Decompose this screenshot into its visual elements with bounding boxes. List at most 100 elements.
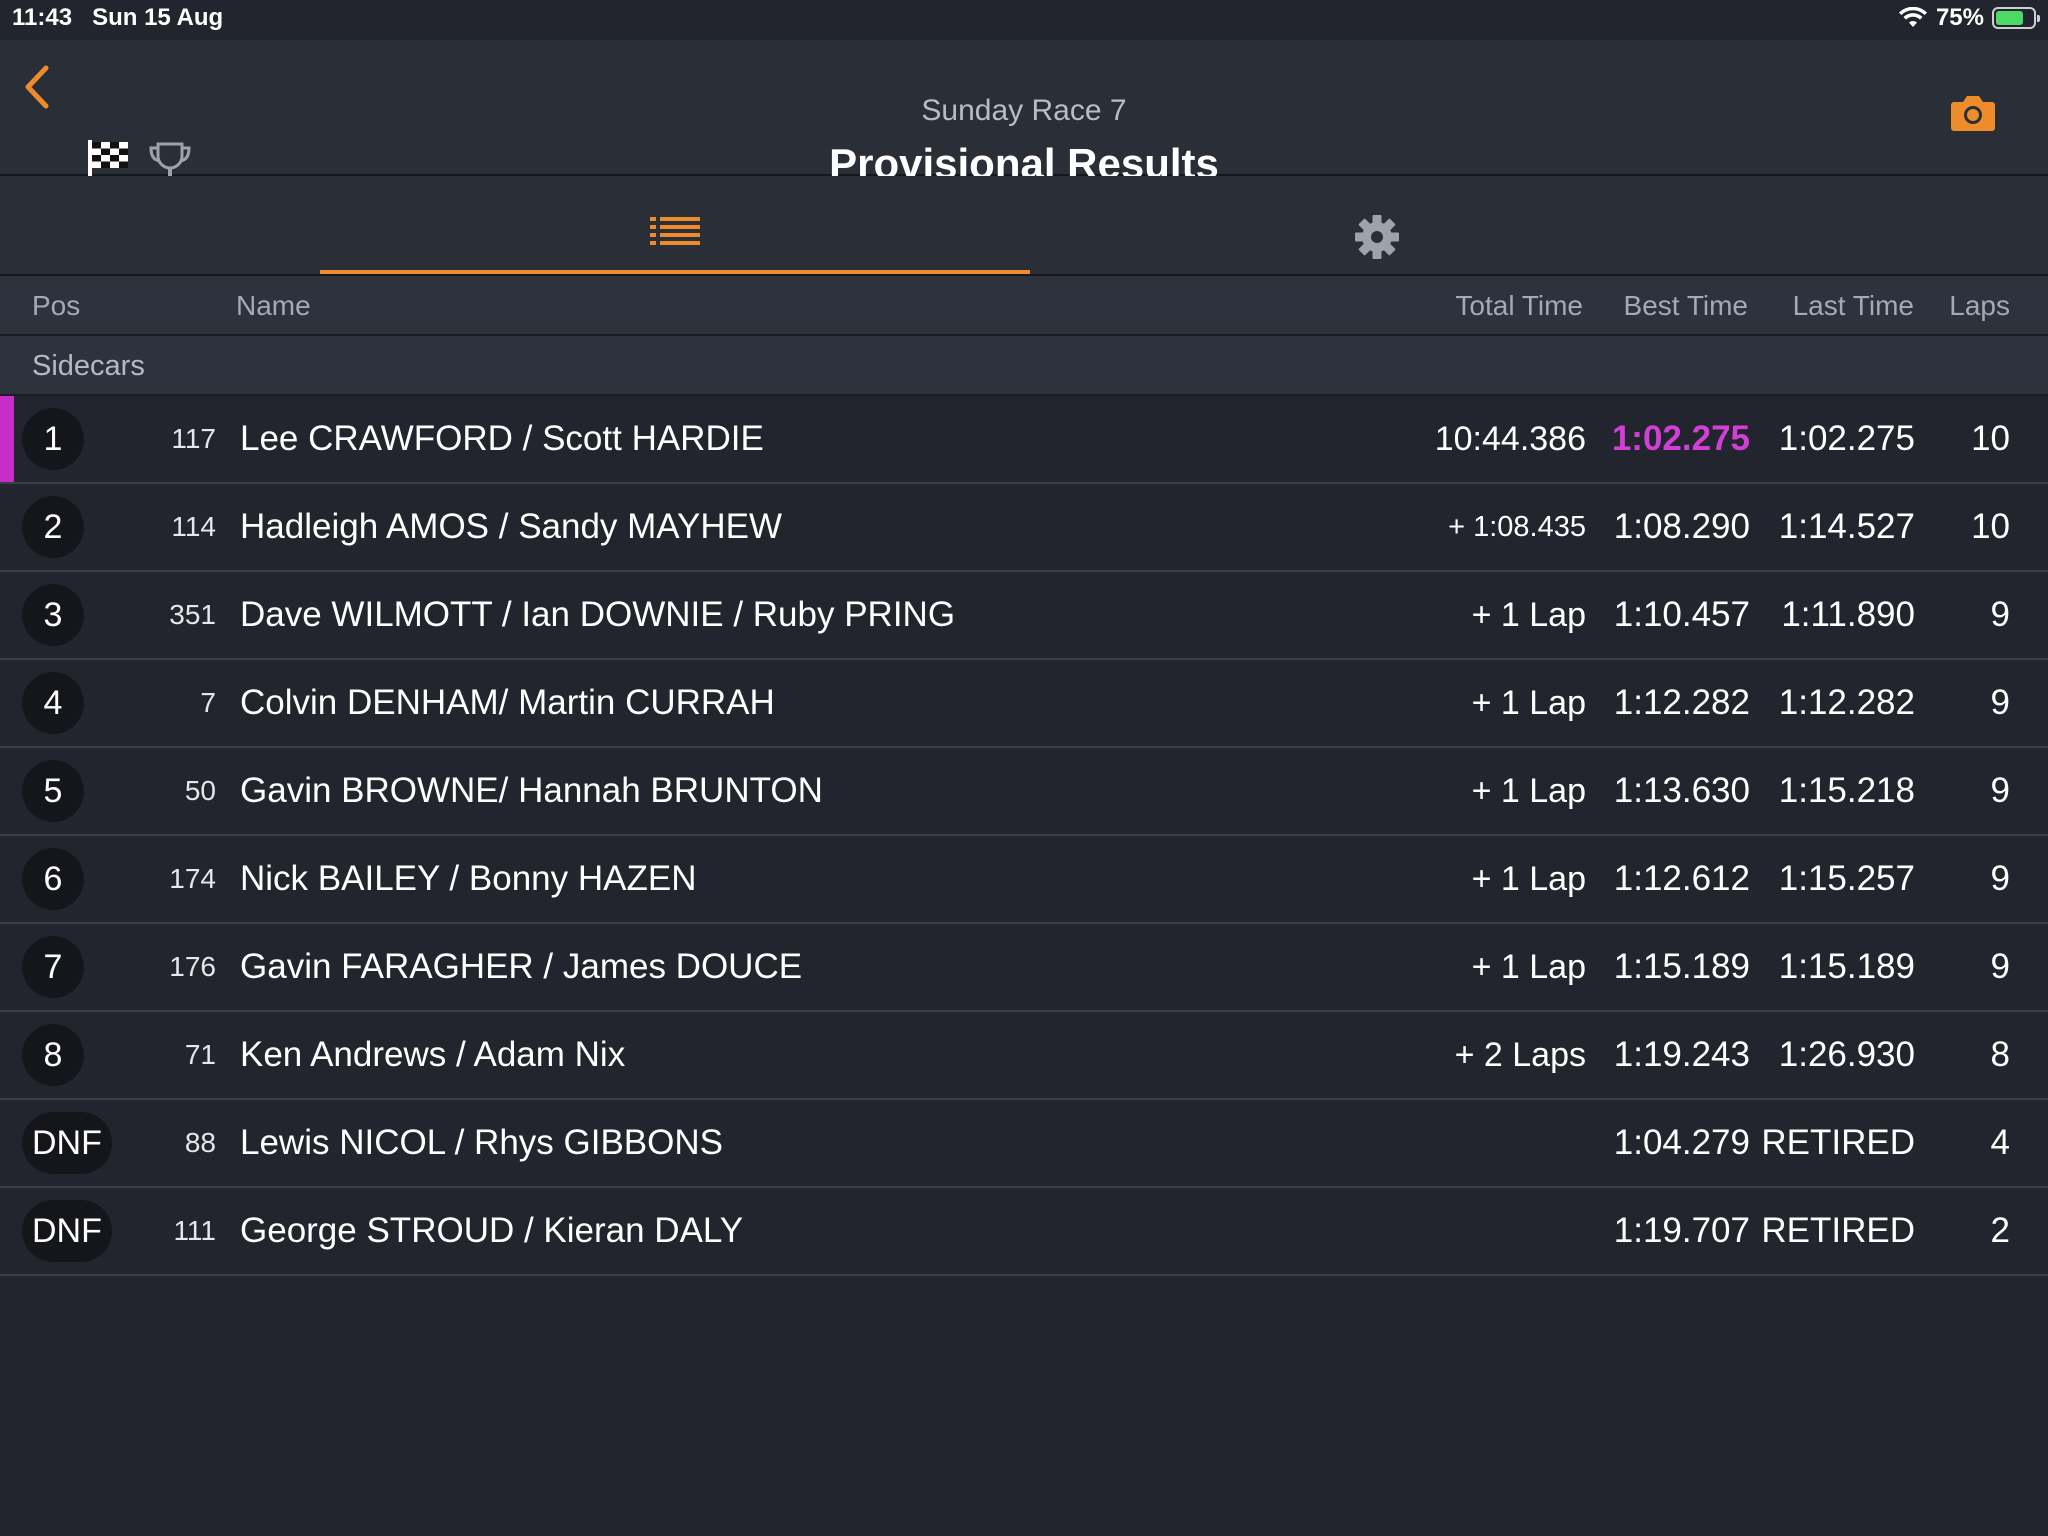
rider-name: George STROUD / Kieran DALY [240,1211,744,1250]
best-time: 1:19.707 [1613,1211,1750,1250]
column-headers: Pos Name Total Time Best Time Last Time … [0,276,2048,336]
position-badge: 5 [22,760,84,822]
total-time: + 1 Lap [1471,596,1586,634]
result-row[interactable]: DNF 111 George STROUD / Kieran DALY 1:19… [0,1188,2048,1276]
column-last-time[interactable]: Last Time [1793,290,1914,322]
status-date: Sun 15 Aug [92,4,224,31]
best-time: 1:04.279 [1613,1123,1750,1162]
results-list: 1 117 Lee CRAWFORD / Scott HARDIE 10:44.… [0,396,2048,1276]
wifi-icon [1898,7,1927,27]
leader-marker [0,396,14,482]
position-badge: 7 [22,936,84,998]
position-badge: 8 [22,1024,84,1086]
position-badge: DNF [22,1200,112,1262]
last-time: RETIRED [1761,1123,1915,1162]
laps: 9 [1990,771,2010,810]
rider-name: Colvin DENHAM/ Martin CURRAH [240,683,775,722]
total-time: 10:44.386 [1434,420,1586,458]
row-marker [0,1100,14,1186]
laps: 9 [1990,683,2010,722]
result-row[interactable]: 4 7 Colvin DENHAM/ Martin CURRAH + 1 Lap… [0,660,2048,748]
rider-name: Hadleigh AMOS / Sandy MAYHEW [240,507,783,546]
result-row[interactable]: 6 174 Nick BAILEY / Bonny HAZEN + 1 Lap … [0,836,2048,924]
best-time: 1:10.457 [1613,595,1750,634]
position-badge: DNF [22,1112,112,1174]
rider-number: 351 [169,599,216,630]
best-time: 1:19.243 [1613,1035,1750,1074]
camera-button[interactable] [1950,94,1996,137]
laps: 2 [1990,1211,2010,1250]
last-time: 1:11.890 [1781,595,1915,634]
rider-number: 174 [169,863,216,894]
active-tab-indicator [320,270,1030,274]
position-badge: 6 [22,848,84,910]
position-badge: 3 [22,584,84,646]
tab-results-list[interactable] [320,176,1030,274]
battery-percent: 75% [1935,4,1984,31]
battery-icon [1992,7,2040,29]
result-row[interactable]: 5 50 Gavin BROWNE/ Hannah BRUNTON + 1 La… [0,748,2048,836]
last-time: 1:12.282 [1778,683,1915,722]
total-time: + 1 Lap [1471,860,1586,898]
last-time: 1:26.930 [1778,1035,1915,1074]
rider-number: 71 [184,1039,216,1070]
result-row[interactable]: 3 351 Dave WILMOTT / Ian DOWNIE / Ruby P… [0,572,2048,660]
rider-number: 114 [171,511,216,542]
best-time: 1:12.612 [1613,859,1750,898]
laps: 9 [1990,595,2010,634]
column-name[interactable]: Name [236,290,311,322]
rider-name: Gavin FARAGHER / James DOUCE [240,947,803,986]
total-time: + 1:08.435 [1448,511,1586,543]
status-right: 75% [1898,4,2040,32]
rider-number: 88 [184,1127,216,1158]
tab-settings[interactable] [1030,176,1724,274]
rider-name: Nick BAILEY / Bonny HAZEN [240,859,697,898]
class-name: Sidecars [32,350,145,382]
last-time: 1:15.189 [1778,947,1915,986]
column-total-time[interactable]: Total Time [1455,290,1583,322]
status-bar: 11:43 Sun 15 Aug 75% [0,0,2048,40]
result-row[interactable]: 7 176 Gavin FARAGHER / James DOUCE + 1 L… [0,924,2048,1012]
rider-number: 50 [184,775,216,806]
last-time: 1:02.275 [1778,419,1915,458]
last-time: 1:15.257 [1778,859,1915,898]
laps: 8 [1990,1035,2010,1074]
laps: 10 [1971,419,2010,458]
rider-name: Lee CRAWFORD / Scott HARDIE [240,419,764,458]
rider-number: 111 [173,1215,216,1246]
rider-number: 117 [171,423,216,454]
rider-name: Dave WILMOTT / Ian DOWNIE / Ruby PRING [240,595,956,634]
position-badge: 2 [22,496,84,558]
row-marker [0,1188,14,1274]
best-time: 1:15.189 [1613,947,1750,986]
class-group-header: Sidecars [0,336,2048,396]
column-pos[interactable]: Pos [32,290,80,322]
status-time-date: 11:43 Sun 15 Aug [12,4,223,32]
rider-name: Lewis NICOL / Rhys GIBBONS [240,1123,723,1162]
result-row[interactable]: 1 117 Lee CRAWFORD / Scott HARDIE 10:44.… [0,396,2048,484]
total-time: + 1 Lap [1471,684,1586,722]
result-row[interactable]: DNF 88 Lewis NICOL / Rhys GIBBONS 1:04.2… [0,1100,2048,1188]
laps: 4 [1990,1123,2010,1162]
best-time: 1:12.282 [1613,683,1750,722]
position-badge: 1 [22,408,84,470]
laps: 9 [1990,859,2010,898]
rider-name: Gavin BROWNE/ Hannah BRUNTON [240,771,823,810]
result-row[interactable]: 8 71 Ken Andrews / Adam Nix + 2 Laps 1:1… [0,1012,2048,1100]
column-best-time[interactable]: Best Time [1624,290,1748,322]
best-time: 1:08.290 [1613,507,1750,546]
total-time: + 1 Lap [1471,772,1586,810]
status-time: 11:43 [12,4,73,31]
row-marker [0,484,14,570]
laps: 10 [1971,507,2010,546]
race-subtitle: Sunday Race 7 [921,94,1127,127]
column-laps[interactable]: Laps [1949,290,2010,322]
last-time: 1:14.527 [1778,507,1915,546]
result-row[interactable]: 2 114 Hadleigh AMOS / Sandy MAYHEW + 1:0… [0,484,2048,572]
row-marker [0,660,14,746]
rider-number: 7 [200,687,216,718]
list-icon [650,217,700,245]
row-marker [0,748,14,834]
laps: 9 [1990,947,2010,986]
tab-bar [0,176,2048,276]
